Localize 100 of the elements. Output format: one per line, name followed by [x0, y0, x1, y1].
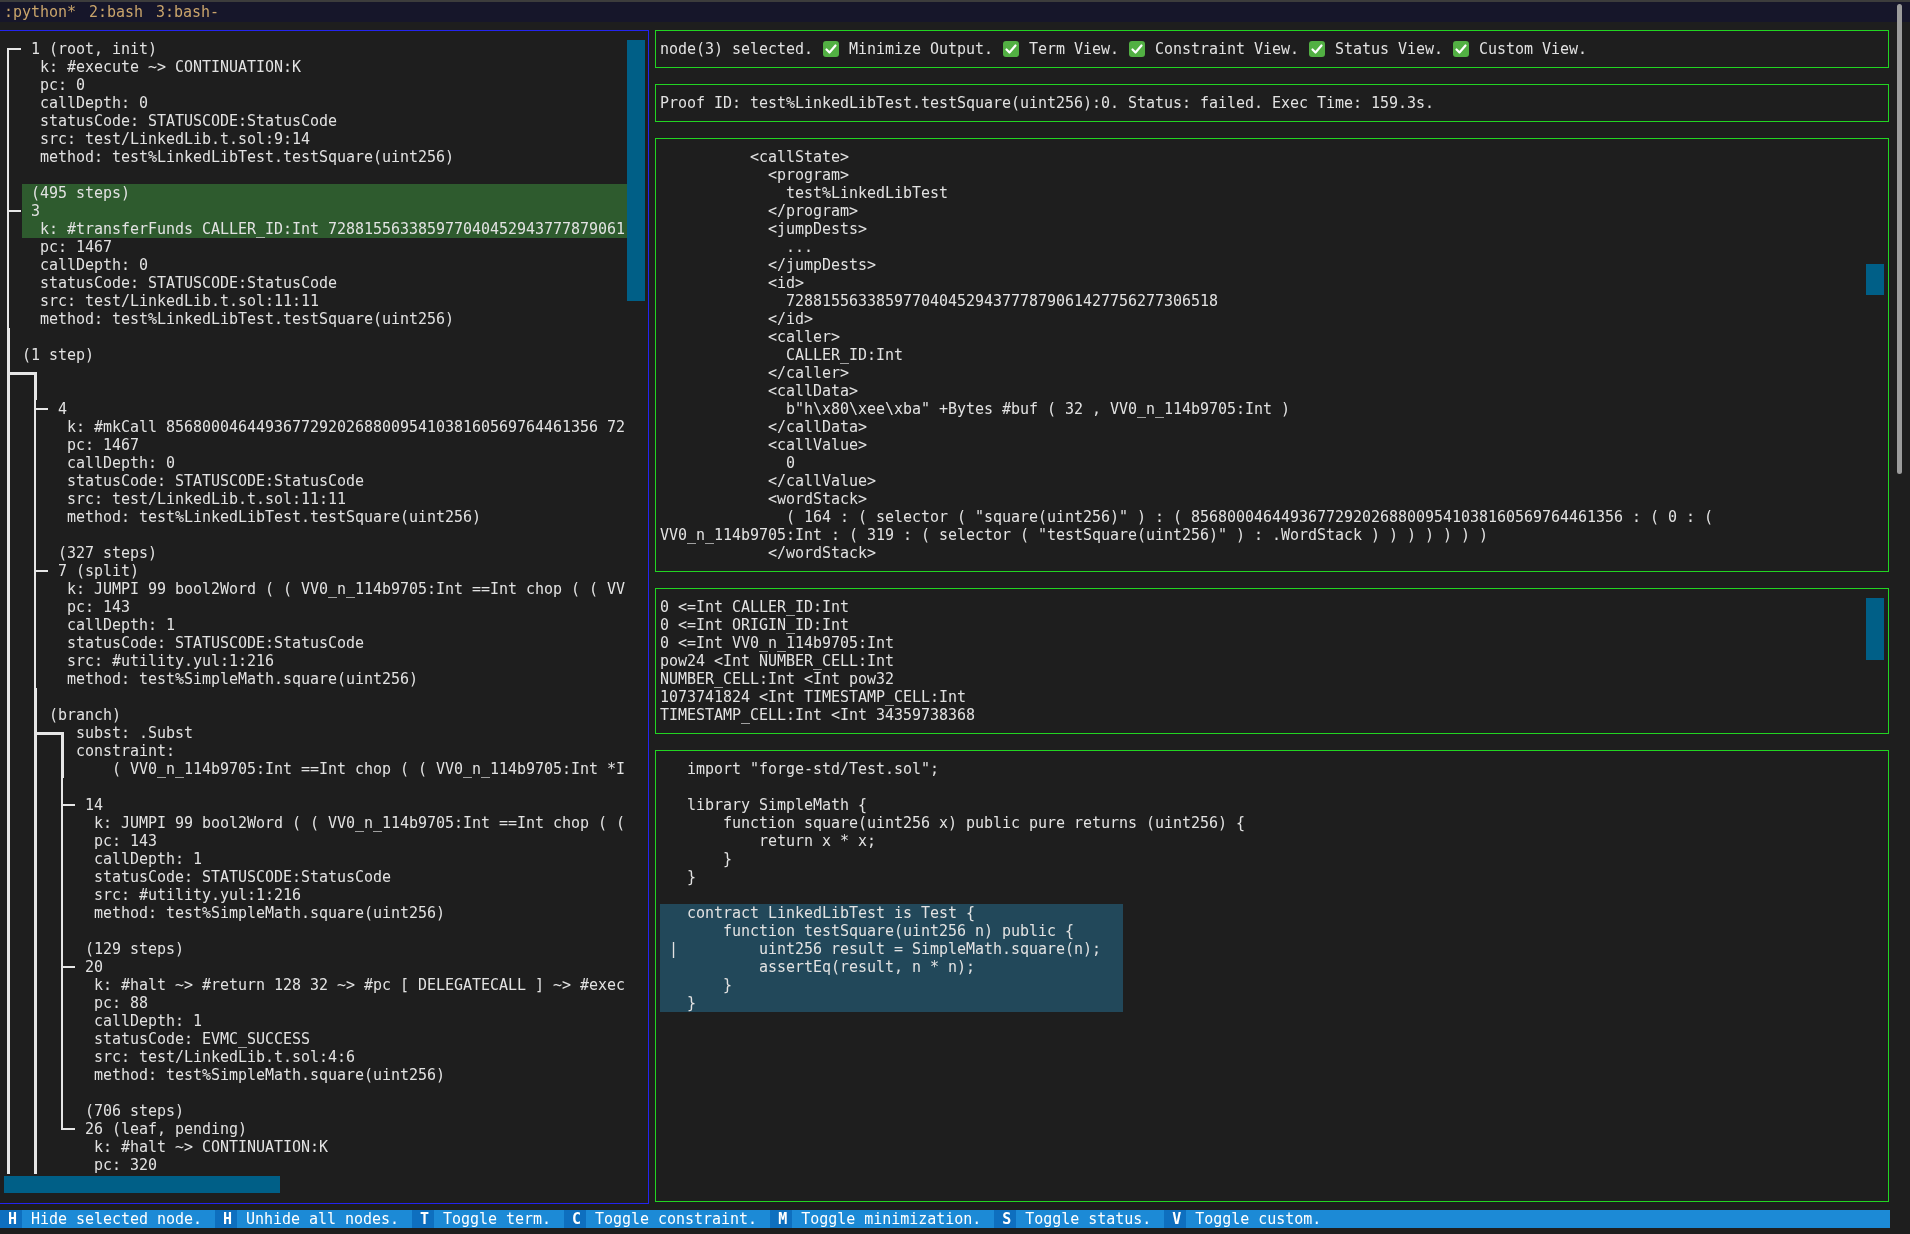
- term-line: <id>: [768, 274, 805, 292]
- edge-label: (1 step): [22, 346, 94, 364]
- source-line: assertEq(result, n * n);: [759, 958, 976, 976]
- node-detail: src: #utility.yul:1:216: [94, 886, 302, 904]
- node-detail: src: #utility.yul:1:216: [67, 652, 275, 670]
- node-detail: method: test%SimpleMath.square(uint256): [67, 670, 419, 688]
- term-line: <caller>: [768, 328, 841, 346]
- node-detail: pc: 320: [94, 1156, 157, 1174]
- source-line: }: [723, 976, 733, 994]
- node-detail: k: JUMPI 99 bool2Word ( ( VV0_n_114b9705:Int ==Int chop ( ( VV: [67, 580, 626, 598]
- node-detail: callDepth: 0: [67, 454, 175, 472]
- constraint-line: 0 <=Int CALLER_ID:Int: [660, 598, 850, 616]
- node-detail: pc: 88: [94, 994, 148, 1012]
- node-detail: src: test/LinkedLib.t.sol:11:11: [67, 490, 347, 508]
- branch-detail: subst: .Subst: [76, 724, 193, 742]
- edge-label: (129 steps): [85, 940, 184, 958]
- horizontal-scrollbar-thumb[interactable]: [4, 1176, 280, 1193]
- toggle-label: Constraint View.: [1155, 40, 1300, 58]
- source-line: import "forge-std/Test.sol";: [687, 760, 940, 778]
- source-line: function testSquare(uint256 n) public {: [723, 922, 1075, 940]
- node-detail: callDepth: 1: [67, 616, 175, 634]
- toggle-label: Term View.: [1029, 40, 1120, 58]
- proof-info-text: Proof ID: test%LinkedLibTest.testSquare(uint256):0. Status: failed. Exec Time: 159.3s.: [660, 94, 1435, 112]
- tree-node-label[interactable]: 26 (leaf, pending): [85, 1120, 247, 1138]
- tmux-window-tab[interactable]: 3:bash-: [156, 3, 220, 21]
- node-detail: statusCode: EVMC_SUCCESS: [94, 1030, 311, 1048]
- node-detail: method: test%SimpleMath.square(uint256): [94, 1066, 446, 1084]
- toggle-label: Custom View.: [1479, 40, 1588, 58]
- node-detail: pc: 143: [94, 832, 157, 850]
- term-line: <callValue>: [768, 436, 868, 454]
- node-detail: k: #halt ~> #return 128 32 ~> #pc [ DELEGATECALL ] ~> #exec: [94, 976, 626, 994]
- term-line: CALLER_ID:Int: [786, 346, 904, 364]
- constraint-line: TIMESTAMP_CELL:Int <Int 34359738368: [660, 706, 976, 724]
- source-line: }: [723, 850, 733, 868]
- node-detail: callDepth: 0: [40, 94, 148, 112]
- node-detail: k: #mkCall 856800046449367729202688009541038160569764461356 72: [67, 418, 626, 436]
- key-cap: H: [215, 1210, 238, 1228]
- term-line: <program>: [768, 166, 850, 184]
- tmux-window-tab[interactable]: 2:bash: [89, 3, 144, 21]
- term-line: </wordStack>: [768, 544, 877, 562]
- tmux-window-tab[interactable]: :python*: [4, 3, 76, 21]
- tree-node-label[interactable]: 7 (split): [58, 562, 139, 580]
- key-cap: C: [564, 1210, 587, 1228]
- constraint-line: 1073741824 <Int TIMESTAMP_CELL:Int: [660, 688, 967, 706]
- key-cap: H: [0, 1210, 22, 1228]
- constraint-line: 0 <=Int VV0_n_114b9705:Int: [660, 634, 895, 652]
- edge-label: (327 steps): [58, 544, 157, 562]
- node-detail: pc: 1467: [40, 238, 112, 256]
- node-detail: k: #halt ~> CONTINUATION:K: [94, 1138, 329, 1156]
- toggle-label: Minimize Output.: [849, 40, 994, 58]
- toggle-label: Status View.: [1335, 40, 1444, 58]
- node-detail: callDepth: 1: [94, 850, 202, 868]
- term-line: 728815563385977040452943777879061427756277306518: [786, 292, 1219, 310]
- node-detail: method: test%LinkedLibTest.testSquare(uint256): [67, 508, 482, 526]
- node-detail: statusCode: STATUSCODE:StatusCode: [40, 112, 338, 130]
- node-detail: statusCode: STATUSCODE:StatusCode: [67, 634, 365, 652]
- constraint-line: NUMBER_CELL:Int <Int pow32: [660, 670, 895, 688]
- source-line: library SimpleMath {: [687, 796, 867, 814]
- term-line: </program>: [768, 202, 859, 220]
- tree-node-label[interactable]: 3: [31, 202, 40, 220]
- tree-node-label[interactable]: 1 (root, init): [31, 40, 157, 58]
- term-line: </jumpDests>: [768, 256, 877, 274]
- branch-detail: ( VV0_n_114b9705:Int ==Int chop ( ( VV0_n_114b9705:Int *I: [112, 760, 626, 778]
- node-detail: k: #transferFunds CALLER_ID:Int 728815563385977040452943777879061: [40, 220, 626, 238]
- node-detail: statusCode: STATUSCODE:StatusCode: [67, 472, 365, 490]
- constraint-line: 0 <=Int ORIGIN_ID:Int: [660, 616, 850, 634]
- key-cap: V: [1164, 1210, 1187, 1228]
- term-line: <callState>: [750, 148, 850, 166]
- tree-node-label[interactable]: 4: [58, 400, 67, 418]
- constraint-line: pow24 <Int NUMBER_CELL:Int: [660, 652, 895, 670]
- source-line: }: [687, 868, 696, 886]
- node-detail: callDepth: 1: [94, 1012, 202, 1030]
- node-detail: pc: 0: [40, 76, 85, 94]
- node-detail: method: test%SimpleMath.square(uint256): [94, 904, 446, 922]
- window-scrollbar-thumb[interactable]: [1897, 4, 1902, 474]
- term-line: </caller>: [768, 364, 850, 382]
- branch-label: (branch): [49, 706, 121, 724]
- term-line: </id>: [768, 310, 814, 328]
- node-detail: method: test%LinkedLibTest.testSquare(uint256): [40, 310, 455, 328]
- node-detail: pc: 143: [67, 598, 130, 616]
- source-line: contract LinkedLibTest is Test {: [687, 904, 976, 922]
- node-detail: statusCode: STATUSCODE:StatusCode: [94, 868, 392, 886]
- node-detail: statusCode: STATUSCODE:StatusCode: [40, 274, 338, 292]
- node-detail: pc: 1467: [67, 436, 139, 454]
- line-marker: |: [669, 940, 678, 958]
- node-detail: k: #execute ~> CONTINUATION:K: [40, 58, 302, 76]
- vertical-scrollbar-thumb[interactable]: [627, 40, 645, 301]
- source-line: function square(uint256 x) public pure returns (uint256) {: [723, 814, 1246, 832]
- edge-label: (706 steps): [85, 1102, 184, 1120]
- branch-detail: constraint:: [76, 742, 175, 760]
- vertical-scrollbar-thumb[interactable]: [1866, 264, 1884, 295]
- term-line: </callData>: [768, 418, 868, 436]
- vertical-scrollbar-thumb[interactable]: [1866, 598, 1884, 660]
- tree-node-label[interactable]: 20: [85, 958, 103, 976]
- tree-node-label[interactable]: 14: [85, 796, 103, 814]
- node-detail: k: JUMPI 99 bool2Word ( ( VV0_n_114b9705:Int ==Int chop ( (: [94, 814, 626, 832]
- term-line: ...: [786, 238, 814, 256]
- source-line: }: [687, 994, 696, 1012]
- key-cap: S: [994, 1210, 1017, 1228]
- node-detail: src: test/LinkedLib.t.sol:4:6: [94, 1048, 356, 1066]
